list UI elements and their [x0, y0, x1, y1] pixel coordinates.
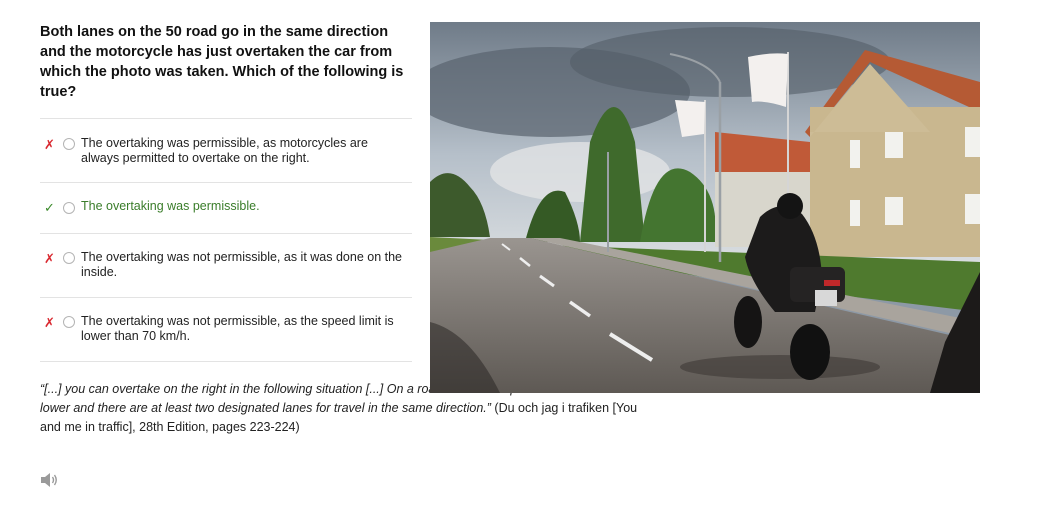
speaker-icon[interactable]	[40, 472, 60, 488]
correct-mark-icon: ✓	[44, 200, 55, 215]
answer-options: ✗ The overtaking was permissible, as mot…	[40, 118, 412, 362]
radio-button[interactable]	[63, 316, 75, 328]
answer-label: The overtaking was not permissible, as t…	[81, 314, 394, 343]
answer-label: The overtaking was not permissible, as i…	[81, 250, 403, 279]
answer-label: The overtaking was permissible.	[81, 199, 260, 213]
road-motorcycle-photo	[430, 22, 980, 393]
answer-option-4[interactable]: ✗ The overtaking was not permissible, as…	[40, 298, 412, 362]
answer-option-1[interactable]: ✗ The overtaking was permissible, as mot…	[40, 119, 412, 183]
radio-button[interactable]	[63, 138, 75, 150]
answer-option-2[interactable]: ✓ The overtaking was permissible.	[40, 183, 412, 234]
incorrect-mark-icon: ✗	[44, 251, 55, 266]
radio-button[interactable]	[63, 202, 75, 214]
incorrect-mark-icon: ✗	[44, 137, 55, 152]
incorrect-mark-icon: ✗	[44, 315, 55, 330]
radio-button[interactable]	[63, 252, 75, 264]
answer-option-3[interactable]: ✗ The overtaking was not permissible, as…	[40, 234, 412, 298]
question-text: Both lanes on the 50 road go in the same…	[40, 24, 404, 100]
answer-label: The overtaking was permissible, as motor…	[81, 136, 368, 165]
